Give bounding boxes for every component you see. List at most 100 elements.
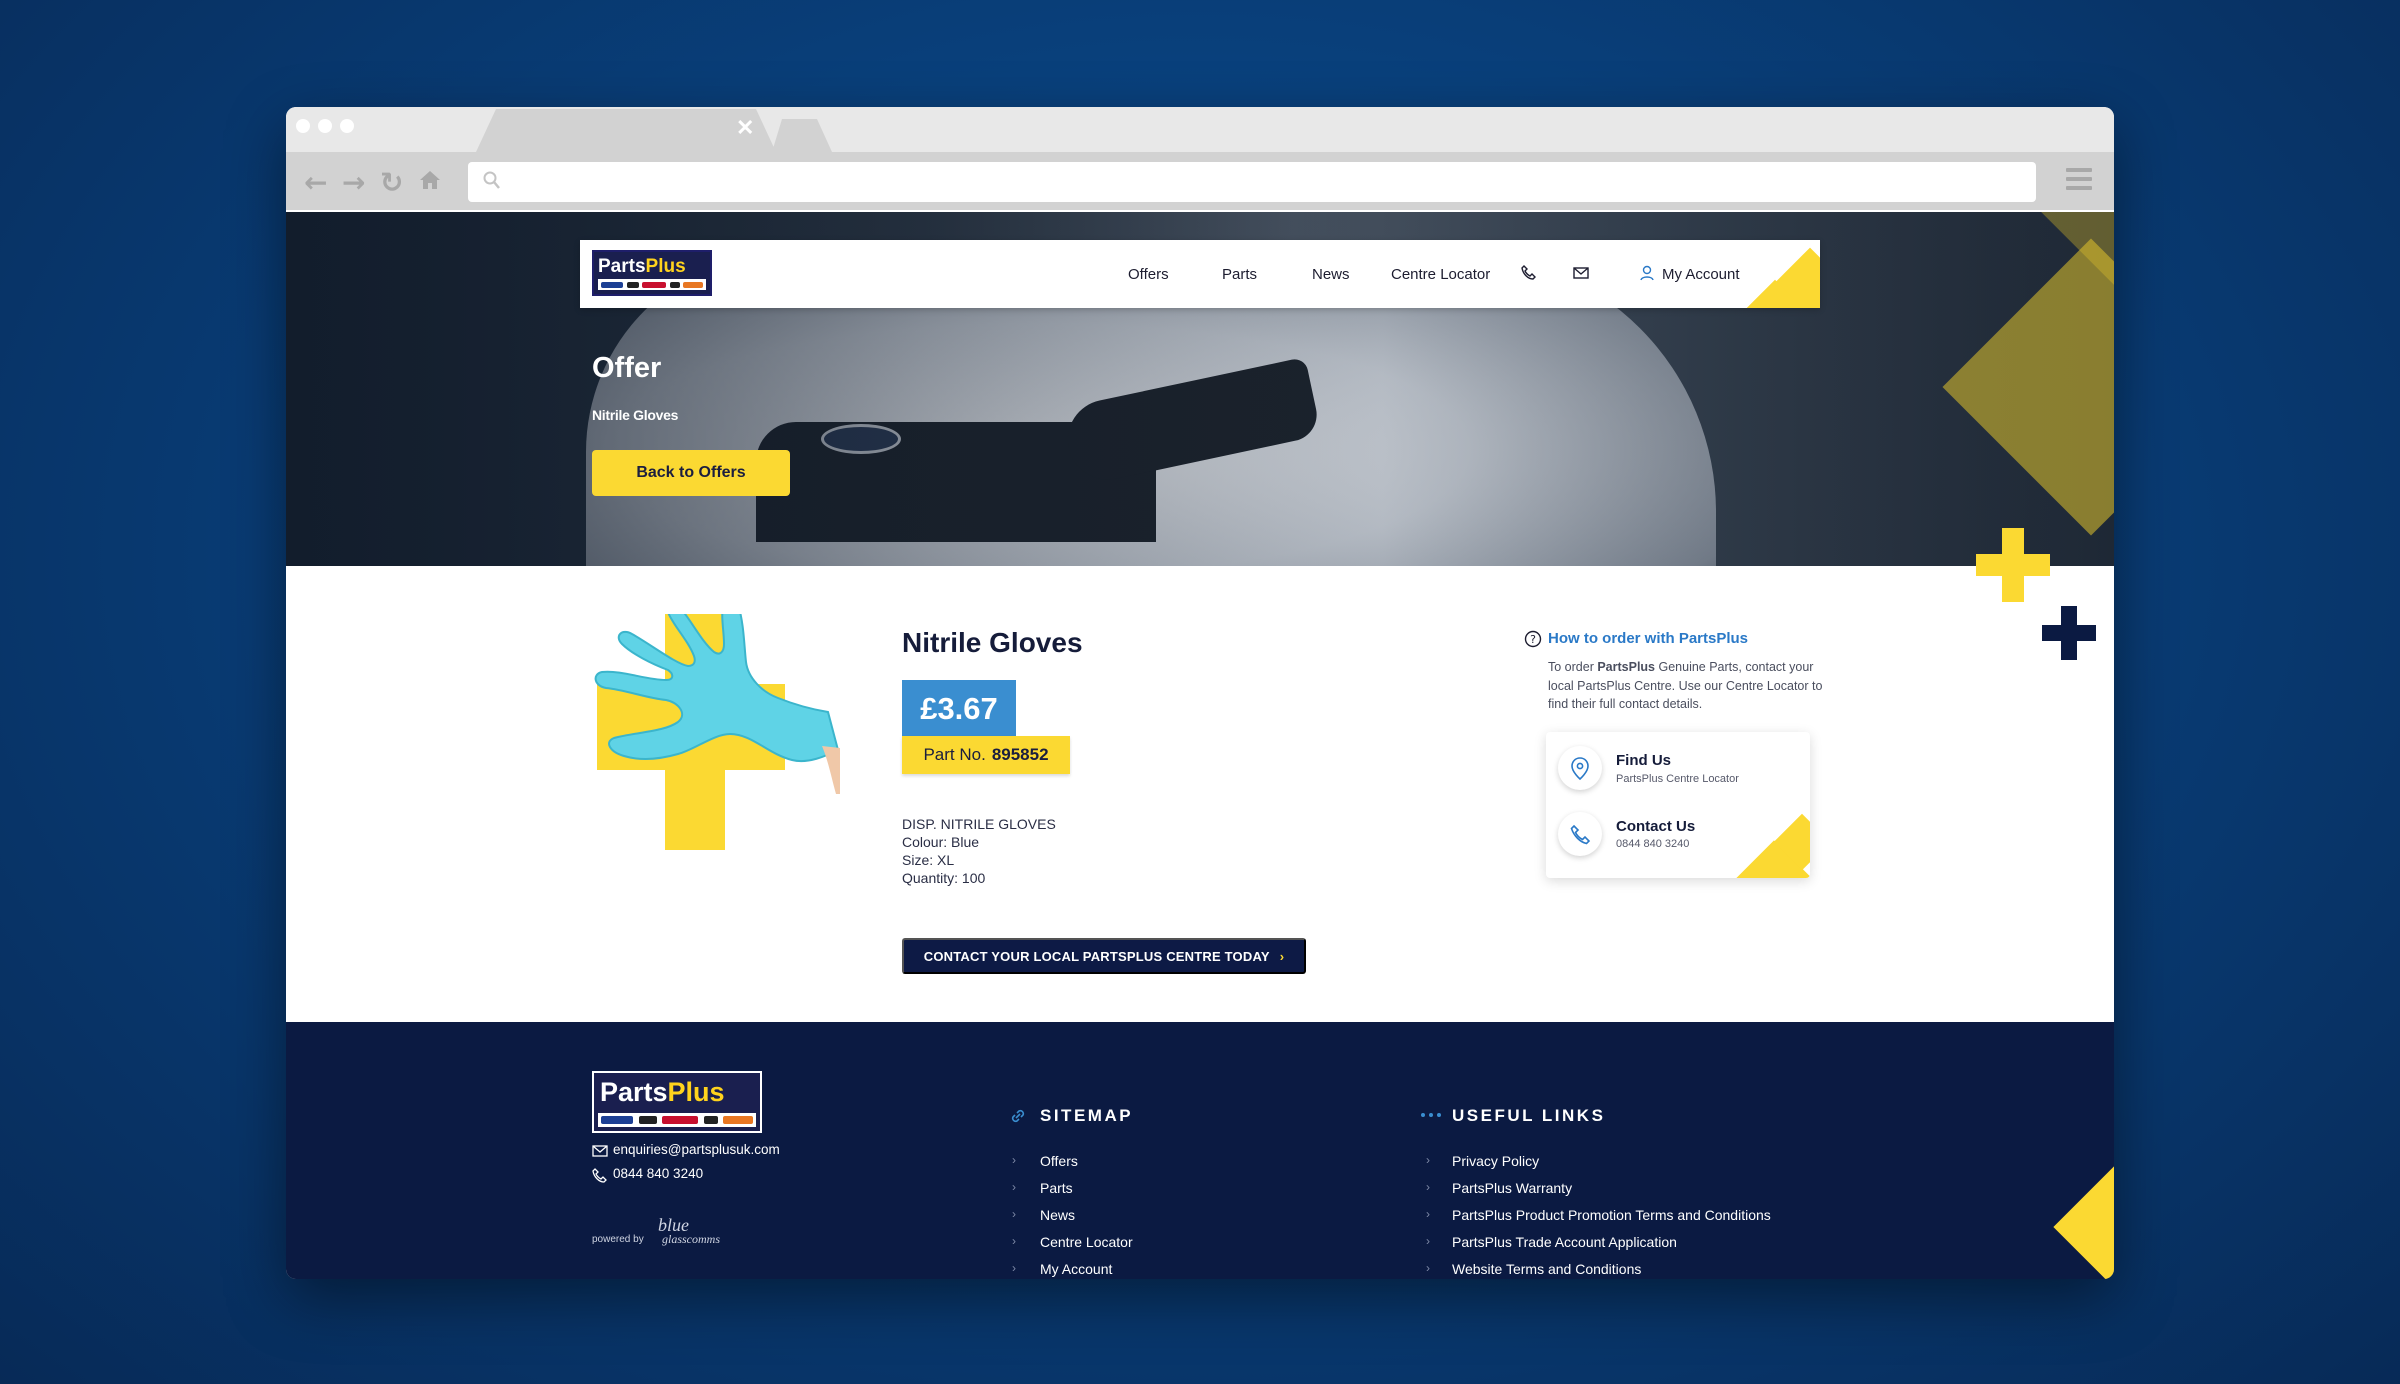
mail-icon[interactable] [1572, 264, 1590, 282]
useful-link-warranty[interactable]: PartsPlus Warranty [1452, 1180, 1572, 1196]
chevron-right-icon: › [1012, 1180, 1016, 1194]
email-icon [592, 1145, 608, 1157]
description-line: Quantity: 100 [902, 870, 986, 886]
part-number-badge: Part No. 895852 [902, 736, 1070, 774]
tab-close-icon[interactable]: ✕ [736, 115, 754, 141]
blueglass-logo[interactable]: blue glasscomms [658, 1215, 721, 1246]
browser-tab[interactable] [476, 109, 776, 152]
chevron-right-icon: › [1012, 1261, 1016, 1275]
cta-label: CONTACT YOUR LOCAL PARTSPLUS CENTRE TODA… [923, 948, 1270, 964]
sitemap-link-parts[interactable]: Parts [1040, 1180, 1073, 1196]
browser-toolbar: ← → ↻ [286, 152, 2114, 210]
home-icon[interactable] [418, 166, 442, 199]
footer-email[interactable]: enquiries@partsplusuk.com [613, 1142, 780, 1157]
product-price: £3.67 [902, 680, 1016, 738]
window-minimize-dot[interactable] [318, 119, 332, 133]
useful-link-privacy[interactable]: Privacy Policy [1452, 1153, 1539, 1169]
forward-arrow-icon[interactable]: → [342, 166, 365, 199]
question-icon: ? [1524, 630, 1542, 648]
nav-news[interactable]: News [1312, 266, 1350, 283]
chevron-right-icon: › [1426, 1153, 1430, 1167]
reload-icon[interactable]: ↻ [380, 166, 403, 199]
partsplus-logo[interactable]: PartsPlus [592, 250, 712, 296]
browser-window: ✕ ← → ↻ Offer Nitrile Gloves Back to Off… [286, 107, 2114, 1279]
footer-logo-text: Parts [600, 1077, 668, 1107]
find-us-title[interactable]: Find Us [1616, 752, 1671, 769]
find-us-button[interactable] [1558, 746, 1602, 790]
search-icon [483, 171, 500, 189]
product-section: Nitrile Gloves £3.67 Part No. 895852 DISP… [286, 528, 2114, 1019]
sitemap-link-offers[interactable]: Offers [1040, 1153, 1078, 1169]
chevron-right-icon: › [1426, 1180, 1430, 1194]
product-description: DISP. NITRILE GLOVES Colour: Blue Size: … [902, 815, 1056, 887]
map-pin-icon [1571, 757, 1589, 781]
back-arrow-icon[interactable]: ← [304, 166, 327, 199]
product-image [594, 614, 840, 850]
footer-logo[interactable]: PartsPlus [592, 1071, 762, 1133]
logo-text: Parts [598, 256, 646, 277]
window-close-dot[interactable] [296, 119, 310, 133]
chevron-right-icon: › [1012, 1207, 1016, 1221]
contact-centre-button[interactable]: CONTACT YOUR LOCAL PARTSPLUS CENTRE TODA… [902, 938, 1306, 974]
hero-title: Offer [592, 352, 662, 384]
product-title: Nitrile Gloves [902, 627, 1083, 658]
useful-link-trade-account[interactable]: PartsPlus Trade Account Application [1452, 1234, 1677, 1250]
sitemap-link-news[interactable]: News [1040, 1207, 1075, 1223]
part-number-label: Part No. [923, 745, 986, 764]
site-header: PartsPlus Offers Parts News Centre Locat… [580, 240, 1820, 308]
blueglass-logo-text: blue [658, 1215, 689, 1235]
plus-decor-icon [1976, 528, 2050, 602]
decor-diamond [2053, 1163, 2114, 1279]
dots-icon [1421, 1113, 1441, 1117]
footer-phone[interactable]: 0844 840 3240 [613, 1166, 703, 1181]
back-to-offers-button[interactable]: Back to Offers [592, 450, 790, 496]
sitemap-link-centre-locator[interactable]: Centre Locator [1040, 1234, 1133, 1250]
chevron-right-icon: › [1426, 1261, 1430, 1275]
powered-by-label: powered by [592, 1234, 644, 1245]
nav-parts[interactable]: Parts [1222, 266, 1257, 283]
contact-card: Find Us PartsPlus Centre Locator Contact… [1546, 732, 1810, 878]
part-number-value: 895852 [991, 745, 1049, 764]
howto-text-prefix: To order [1548, 660, 1598, 674]
svg-text:?: ? [1530, 633, 1536, 646]
chevron-right-icon: › [1426, 1207, 1430, 1221]
hero-subtitle: Nitrile Gloves [592, 407, 679, 423]
useful-link-website-terms[interactable]: Website Terms and Conditions [1452, 1261, 1641, 1277]
phone-icon[interactable] [1520, 264, 1538, 282]
footer-logo-text-plus: Plus [667, 1077, 725, 1107]
find-us-subtitle: PartsPlus Centre Locator [1616, 773, 1739, 785]
chevron-right-icon: › [1012, 1153, 1016, 1167]
chevron-right-icon: › [1279, 948, 1285, 964]
how-to-order-link[interactable]: How to order with PartsPlus [1548, 630, 1748, 647]
account-icon[interactable] [1638, 264, 1656, 282]
nav-my-account[interactable]: My Account [1662, 266, 1740, 283]
plus-decor-icon [2042, 606, 2096, 660]
new-tab-button[interactable] [772, 119, 832, 152]
contact-us-title[interactable]: Contact Us [1616, 818, 1695, 835]
contact-us-button[interactable] [1558, 812, 1602, 856]
contact-us-subtitle: 0844 840 3240 [1616, 838, 1690, 850]
description-line: Size: XL [902, 852, 955, 868]
phone-icon [592, 1168, 607, 1183]
chevron-right-icon: › [1426, 1234, 1430, 1248]
nav-centre-locator[interactable]: Centre Locator [1391, 266, 1490, 283]
howto-text-bold: PartsPlus [1597, 660, 1656, 674]
phone-icon [1570, 824, 1591, 845]
site-footer: PartsPlus enquiries@partsplusuk.com 0844… [286, 1022, 2114, 1279]
logo-text-plus: Plus [645, 256, 686, 277]
sitemap-heading: SITEMAP [1040, 1106, 1134, 1125]
nav-offers[interactable]: Offers [1128, 266, 1169, 283]
address-bar[interactable] [468, 162, 2036, 202]
browser-titlebar: ✕ [286, 107, 2114, 152]
link-icon [1011, 1109, 1025, 1123]
how-to-order-text: To order PartsPlus Genuine Parts, contac… [1548, 658, 1828, 714]
description-line: Colour: Blue [902, 834, 980, 850]
useful-links-heading: USEFUL LINKS [1452, 1106, 1606, 1125]
chevron-right-icon: › [1012, 1234, 1016, 1248]
description-line: DISP. NITRILE GLOVES [902, 816, 1056, 832]
browser-menu-icon[interactable] [2066, 168, 2092, 190]
blueglass-logo-subtext: glasscomms [662, 1232, 721, 1246]
sitemap-link-my-account[interactable]: My Account [1040, 1261, 1112, 1277]
useful-link-promotion-terms[interactable]: PartsPlus Product Promotion Terms and Co… [1452, 1207, 1771, 1223]
window-maximize-dot[interactable] [340, 119, 354, 133]
